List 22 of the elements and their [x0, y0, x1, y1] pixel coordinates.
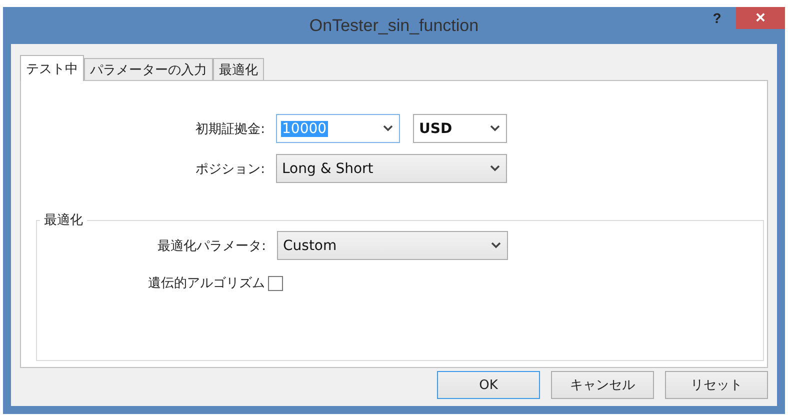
parameter-combo[interactable]: Custom [277, 231, 508, 260]
tab[interactable]: テスト中 [20, 55, 84, 81]
dialog-button[interactable]: キャンセル [551, 371, 654, 399]
chevron-down-icon [490, 165, 500, 172]
chevron-down-icon [491, 242, 501, 249]
field-label: 最適化パラメータ: [156, 238, 266, 254]
chevron-down-icon [490, 125, 500, 132]
field-label: ポジション: [194, 160, 265, 178]
field-label: 初期証拠金: [194, 120, 265, 138]
dialog-button[interactable]: OK [437, 371, 540, 399]
group-title: 最適化 [43, 212, 84, 229]
tab[interactable]: 最適化 [213, 58, 264, 80]
tab[interactable]: パラメーターの入力 [84, 58, 213, 80]
position-combo[interactable]: Long & Short [276, 154, 507, 183]
currency-combo[interactable]: USD [413, 114, 507, 143]
dialog-button[interactable]: リセット [665, 371, 768, 399]
chevron-down-icon [383, 125, 393, 132]
checkbox-label: 遺伝的アルゴリズム [148, 275, 265, 292]
close-button[interactable]: × [736, 7, 785, 29]
checkbox[interactable] [268, 276, 283, 290]
help-button[interactable]: ? [707, 10, 727, 26]
window-title: OnTester_sin_function [309, 16, 479, 36]
